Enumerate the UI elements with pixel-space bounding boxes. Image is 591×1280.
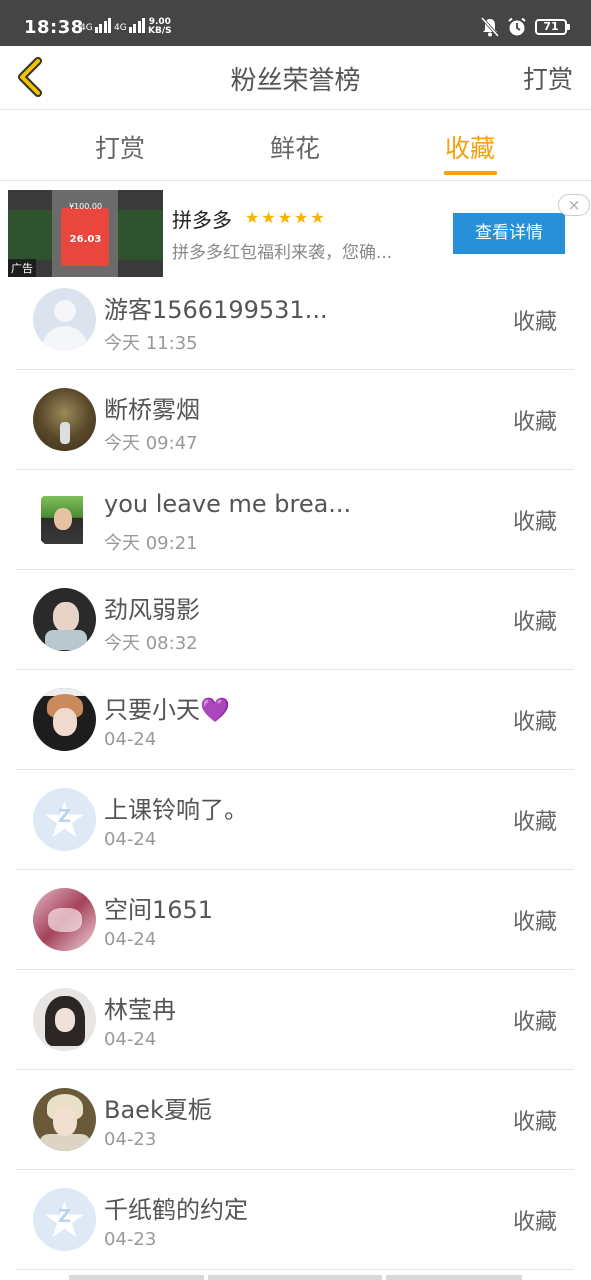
item-action-label: 收藏 (512, 510, 557, 535)
mute-bell-icon (481, 17, 499, 37)
ad-title: 拼多多 (172, 208, 232, 232)
user-name: 空间1651 (104, 896, 214, 924)
user-name: 千纸鹤的约定 (104, 1196, 248, 1224)
ad-close-button[interactable]: × (558, 194, 590, 216)
battery-icon: 71 (535, 19, 570, 35)
user-name: 断桥雾烟 (104, 396, 200, 424)
ad-thumbnail: ¥100.00 26.03 广告 (8, 190, 163, 277)
bottom-scroll-hint (386, 1275, 522, 1280)
user-avatar (33, 488, 96, 551)
item-time: 今天 09:21 (104, 533, 198, 554)
status-time: 18:38 (24, 17, 84, 38)
tab-flowers[interactable]: 鲜花 (235, 129, 355, 165)
ad-banner[interactable]: ¥100.00 26.03 广告 拼多多 ★★★★★ 拼多多红包福利来袭，您确.… (0, 182, 591, 282)
item-time: 今天 09:47 (104, 433, 198, 454)
item-time: 04-24 (104, 1029, 157, 1050)
user-name: Baek夏栀 (104, 1096, 212, 1124)
list-item[interactable]: 空间1651 04-24 收藏 (16, 870, 574, 970)
signal-icon: 4G (80, 18, 113, 33)
item-action-label: 收藏 (512, 1110, 557, 1135)
network-speed: 9.00 KB/S (148, 17, 172, 36)
list-item[interactable]: 林莹冉 04-24 收藏 (16, 970, 574, 1070)
list-item[interactable]: 游客1566199531... 今天 11:35 收藏 (16, 270, 574, 370)
ad-view-details-button[interactable]: 查看详情 (453, 213, 565, 254)
app-header: 粉丝荣誉榜 打赏 (0, 46, 591, 110)
item-time: 04-23 (104, 1229, 157, 1250)
rating-stars-icon: ★★★★★ (245, 208, 327, 227)
user-name: 只要小天💜 (104, 696, 230, 724)
user-name: 林莹冉 (104, 996, 176, 1024)
user-avatar (33, 1088, 96, 1151)
status-bar: 18:38 4G 4G 9.00 KB/S 71 (0, 0, 591, 46)
item-time: 04-23 (104, 1129, 157, 1150)
qzone-avatar: ★ Z (33, 788, 96, 851)
ad-thumb-amount: 26.03 (69, 234, 102, 245)
item-action-label: 收藏 (512, 310, 557, 335)
purple-heart-icon: 💜 (200, 696, 230, 724)
user-name: 劲风弱影 (104, 596, 200, 624)
ad-thumb-amount-top: ¥100.00 (68, 202, 103, 211)
user-avatar (33, 388, 96, 451)
user-name: you leave me brea... (104, 490, 352, 518)
ad-description: 拼多多红包福利来袭，您确... (172, 243, 393, 263)
item-action-label: 收藏 (512, 1010, 557, 1035)
tab-bar: 打赏 鲜花 收藏 (0, 111, 591, 181)
item-action-label: 收藏 (512, 1210, 557, 1235)
list-item[interactable]: ★ Z 上课铃响了。 04-24 收藏 (16, 770, 574, 870)
list-item[interactable]: 断桥雾烟 今天 09:47 收藏 (16, 370, 574, 470)
item-action-label: 收藏 (512, 610, 557, 635)
item-action-label: 收藏 (512, 910, 557, 935)
item-action-label: 收藏 (512, 810, 557, 835)
reward-button[interactable]: 打赏 (523, 60, 573, 96)
bottom-scroll-hint (69, 1275, 204, 1280)
item-action-label: 收藏 (512, 710, 557, 735)
default-avatar (33, 288, 96, 351)
item-time: 04-24 (104, 829, 157, 850)
list-item[interactable]: ★ Z 千纸鹤的约定 04-23 收藏 (16, 1170, 574, 1270)
user-avatar (33, 588, 96, 651)
tab-favorites[interactable]: 收藏 (410, 129, 530, 165)
tab-active-indicator (444, 171, 497, 175)
list-item[interactable]: 劲风弱影 今天 08:32 收藏 (16, 570, 574, 670)
user-avatar (33, 688, 96, 751)
item-time: 04-24 (104, 929, 157, 950)
item-time: 今天 11:35 (104, 333, 198, 354)
item-time: 04-24 (104, 729, 157, 750)
user-avatar (33, 888, 96, 951)
page-title: 粉丝荣誉榜 (230, 66, 361, 96)
list-item[interactable]: 只要小天💜 04-24 收藏 (16, 670, 574, 770)
list-item[interactable]: Baek夏栀 04-23 收藏 (16, 1070, 574, 1170)
item-time: 今天 08:32 (104, 633, 198, 654)
signal-icon-2: 4G (114, 18, 147, 33)
user-avatar (33, 988, 96, 1051)
alarm-icon (508, 17, 526, 36)
tab-reward[interactable]: 打赏 (60, 129, 180, 165)
user-name: 上课铃响了。 (104, 796, 248, 824)
qzone-avatar: ★ Z (33, 1188, 96, 1251)
item-action-label: 收藏 (512, 410, 557, 435)
list-item[interactable]: you leave me brea... 今天 09:21 收藏 (16, 470, 574, 570)
bottom-scroll-hint (208, 1275, 382, 1280)
user-name: 游客1566199531... (104, 296, 328, 324)
